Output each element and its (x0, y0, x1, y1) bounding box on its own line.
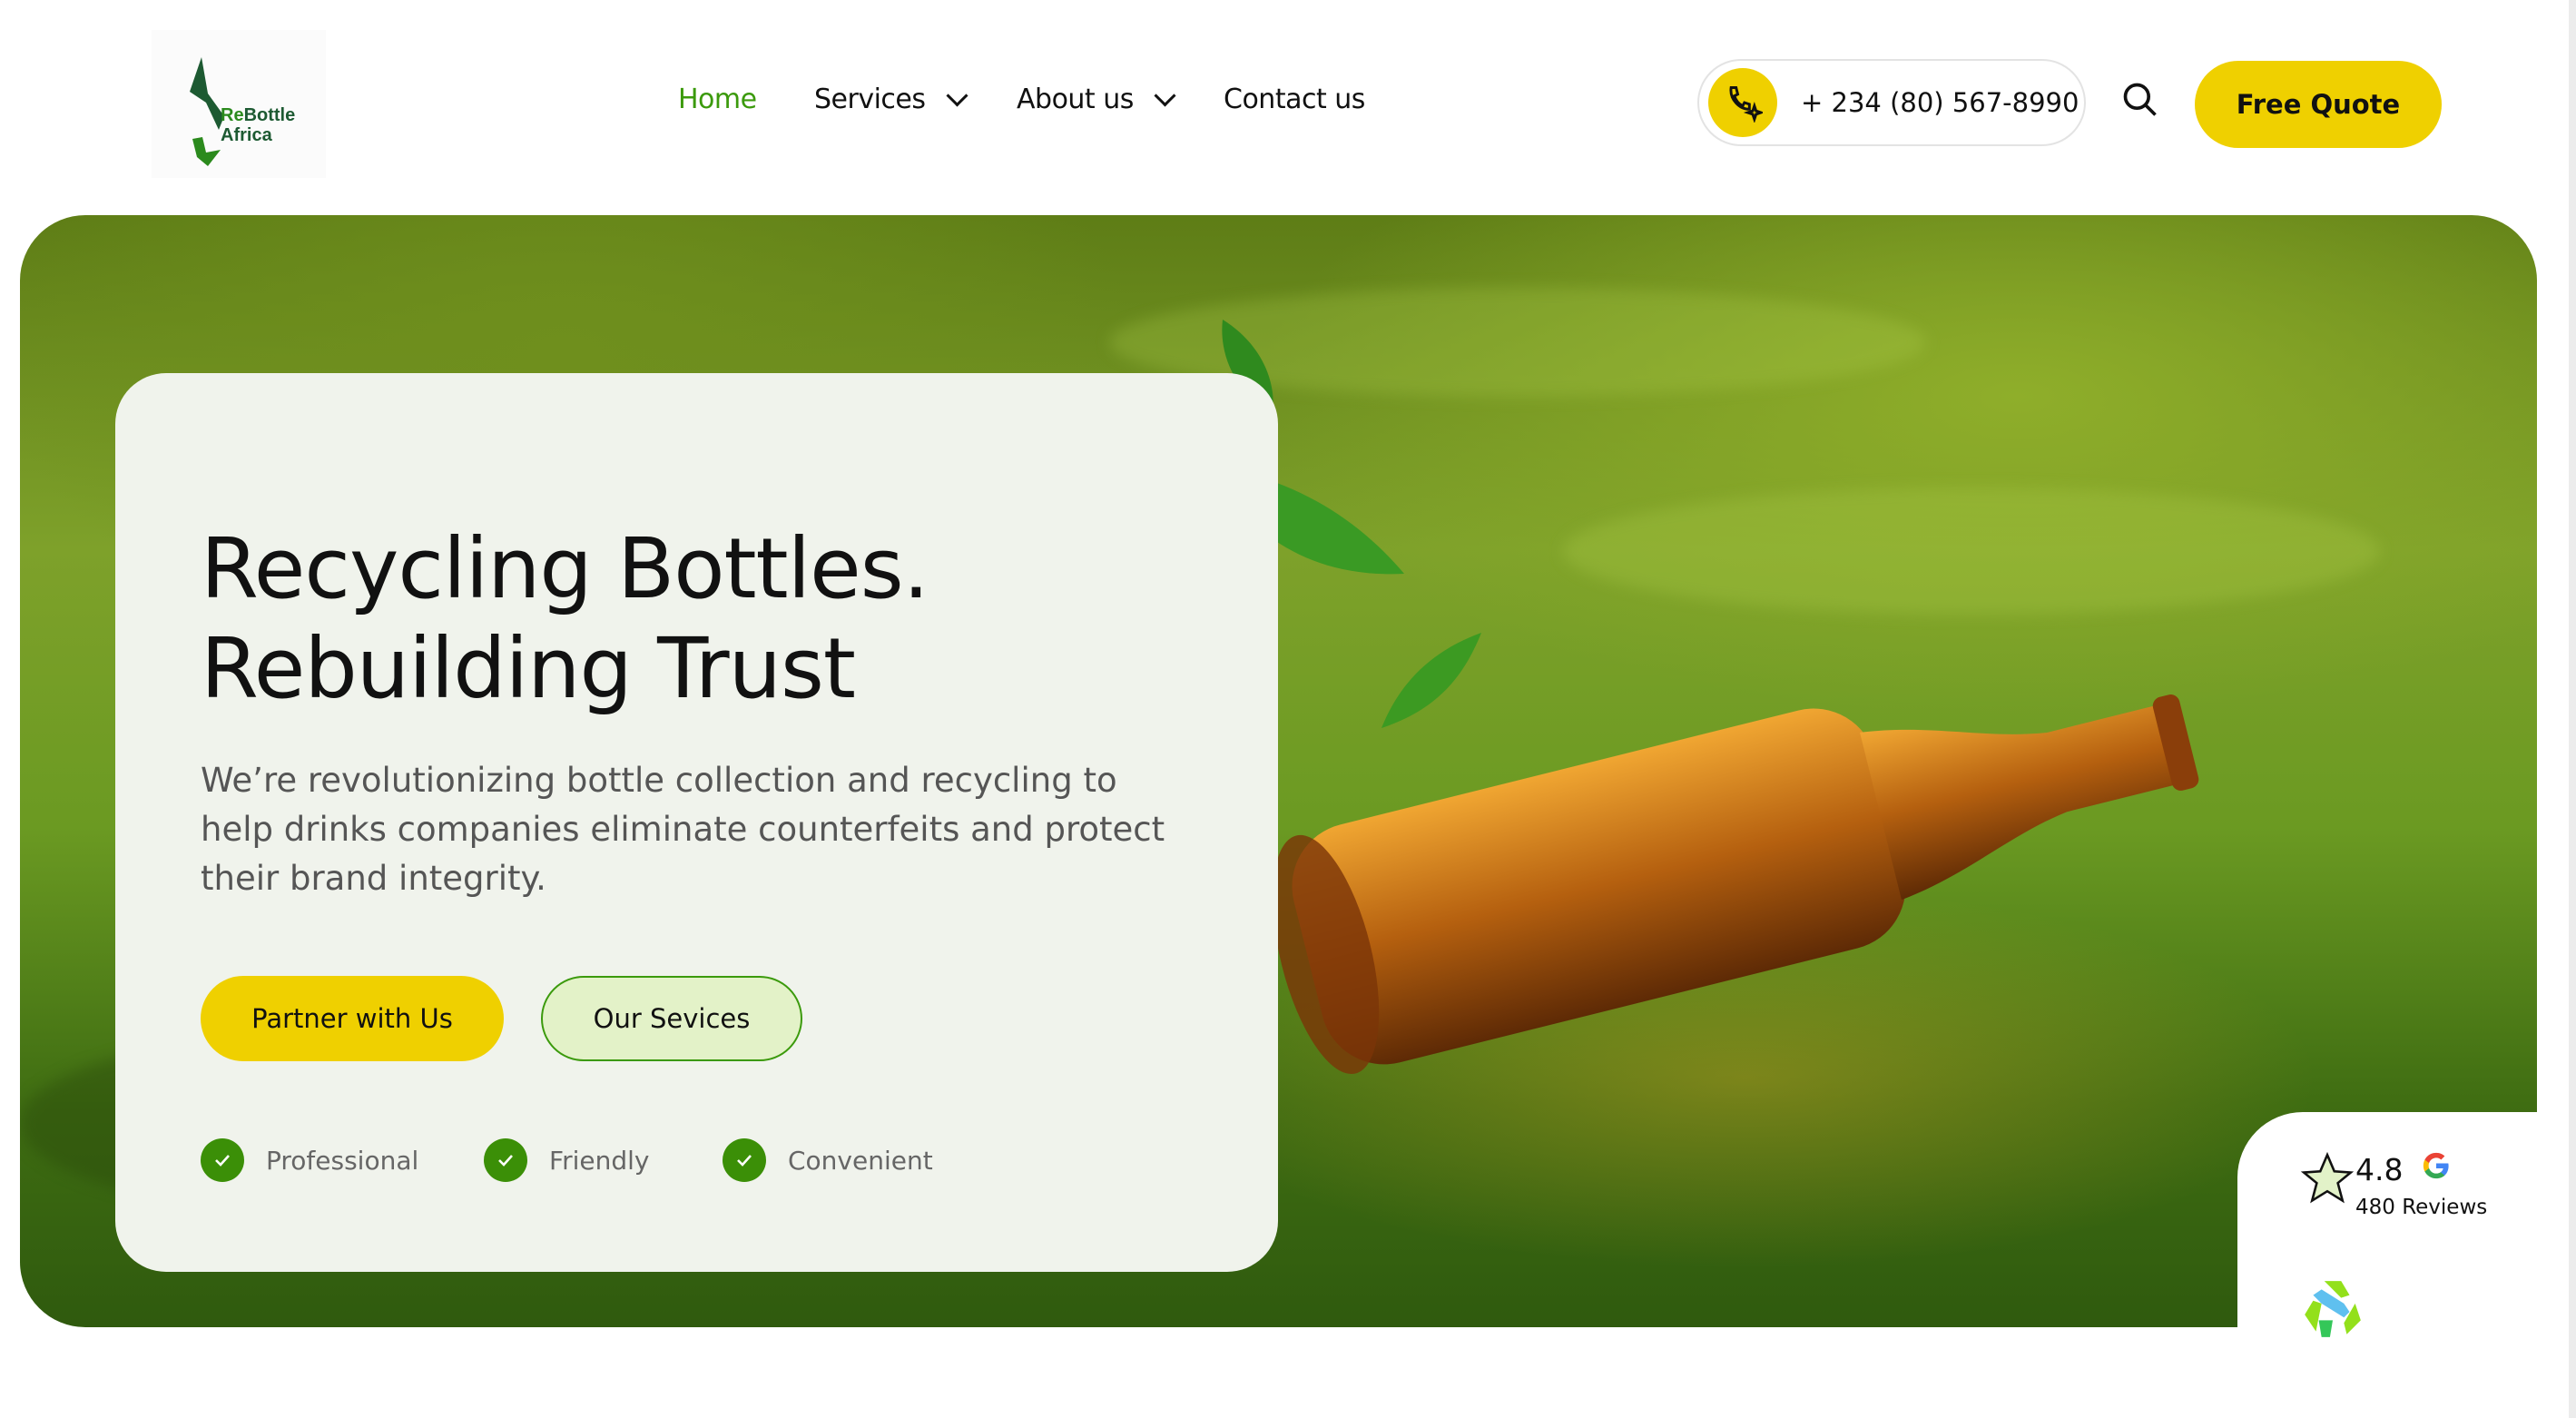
phone-pill[interactable]: + 234 (80) 567-8990 (1697, 59, 2086, 146)
check-icon (484, 1138, 527, 1182)
feature-label: Friendly (549, 1145, 650, 1176)
check-icon (723, 1138, 766, 1182)
nav-services[interactable]: Services (814, 84, 968, 115)
nav-services-label: Services (814, 84, 926, 115)
feature-friendly: Friendly (484, 1138, 649, 1182)
logo[interactable]: ReBottle Africa (152, 30, 326, 178)
phone-icon (1708, 68, 1777, 137)
recycle-bottle-icon (2305, 1281, 2361, 1337)
nav-about-label: About us (1017, 84, 1134, 115)
logo-recycle-icon: ReBottle Africa (190, 57, 295, 166)
rating-score: 4.8 (2355, 1152, 2404, 1187)
hero-title: Recycling Bottles. Rebuilding Trust (201, 519, 929, 719)
search-icon[interactable] (2120, 80, 2160, 123)
feature-label: Convenient (788, 1145, 933, 1176)
hero-title-line1: Recycling Bottles. (201, 520, 929, 617)
svg-text:ReBottle: ReBottle (221, 105, 295, 125)
nav-home-label: Home (678, 84, 757, 115)
nav-about[interactable]: About us (1017, 84, 1176, 115)
chevron-down-icon (945, 84, 968, 107)
nav-home[interactable]: Home (678, 84, 757, 115)
our-services-button[interactable]: Our Sevices (541, 976, 802, 1061)
google-icon (2423, 1152, 2449, 1179)
partner-button[interactable]: Partner with Us (201, 976, 504, 1061)
feature-convenient: Convenient (723, 1138, 933, 1182)
hero-title-line2: Rebuilding Trust (201, 620, 856, 717)
feature-professional: Professional (201, 1138, 418, 1182)
feature-label: Professional (266, 1145, 419, 1176)
reviews-count: 480 Reviews (2355, 1196, 2488, 1219)
scrollbar[interactable] (2569, 0, 2576, 1418)
phone-number: + 234 (80) 567-8990 (1801, 87, 2079, 118)
nav-contact-label: Contact us (1224, 84, 1365, 115)
nav-contact[interactable]: Contact us (1224, 84, 1365, 115)
rating-panel: 4.8 480 Reviews (2237, 1112, 2576, 1418)
chevron-down-icon (1154, 84, 1176, 107)
hero-description: We’re revolutionizing bottle collection … (201, 761, 1165, 898)
star-icon (2300, 1151, 2355, 1204)
svg-text:Africa: Africa (221, 125, 273, 145)
check-icon (201, 1138, 244, 1182)
free-quote-button[interactable]: Free Quote (2195, 61, 2442, 148)
